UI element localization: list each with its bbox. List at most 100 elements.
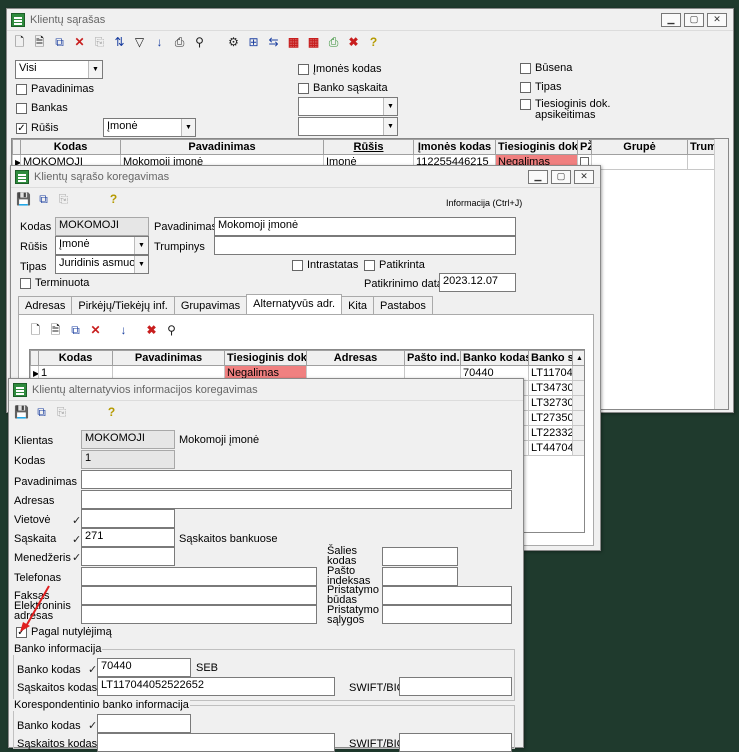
cell[interactable]: LT11704 — [528, 365, 573, 381]
rusis-combo[interactable]: Įmonė ▼ — [103, 118, 196, 137]
col-header[interactable]: Adresas — [306, 350, 405, 366]
tab-alternatyvus[interactable]: Alternatyvūs adr. — [246, 294, 343, 315]
tools-icon[interactable]: ✖ — [345, 34, 362, 51]
col-header[interactable]: PŽ — [577, 139, 592, 155]
cell[interactable]: LT34730 — [528, 380, 573, 396]
chevron-down-icon[interactable]: ▼ — [383, 118, 397, 135]
duplicate-icon[interactable]: ⎘ — [55, 191, 72, 208]
adresas-field[interactable] — [81, 490, 512, 509]
chk-intrastatas[interactable]: Intrastatas — [292, 259, 358, 271]
col-header[interactable]: Grupė — [591, 139, 688, 155]
search-icon[interactable]: ⚲ — [163, 322, 180, 339]
group-icon[interactable]: ⊞ — [245, 34, 262, 51]
checkbox[interactable] — [298, 82, 309, 94]
pavadinimas-field[interactable] — [81, 470, 512, 489]
cell[interactable]: LT27350 — [528, 410, 573, 426]
cell[interactable] — [591, 154, 688, 170]
copy-icon[interactable]: ⧉ — [67, 322, 84, 339]
help-icon[interactable]: ? — [365, 34, 382, 51]
scroll-track[interactable] — [572, 425, 584, 441]
el-pastas-field[interactable] — [81, 605, 317, 624]
col-header[interactable]: Banko są — [528, 350, 573, 366]
scroll-track[interactable] — [572, 440, 584, 456]
saskaitos-kodas-field[interactable]: LT117044052522652 — [97, 677, 335, 696]
k-banko-kodas-field[interactable] — [97, 714, 191, 733]
vietove-field[interactable] — [81, 509, 175, 528]
chevron-down-icon[interactable]: ▼ — [134, 237, 148, 254]
col-header[interactable]: Įmonės kodas — [413, 139, 496, 155]
chevron-down-icon[interactable]: ▼ — [88, 61, 102, 78]
info-link[interactable]: Informacija (Ctrl+J) — [446, 198, 522, 208]
maximize-button[interactable]: ▢ — [551, 169, 571, 184]
edit-icon[interactable]: 🗎 — [31, 34, 48, 51]
col-header[interactable]: Kodas — [38, 350, 113, 366]
salies-kodas-field[interactable] — [382, 547, 458, 566]
banko-kodas-field[interactable]: 70440 — [97, 658, 191, 677]
save-icon[interactable]: 💾 — [15, 191, 32, 208]
checkbox[interactable]: ✓ — [16, 122, 27, 134]
chevron-down-icon[interactable]: ▼ — [134, 256, 148, 273]
kodas-field[interactable]: MOKOMOJI — [55, 217, 149, 236]
pavadinimas-field[interactable]: Mokomoji įmonė — [214, 217, 516, 236]
checkbox[interactable] — [16, 83, 27, 95]
copy-icon[interactable]: ⧉ — [35, 191, 52, 208]
checkbox[interactable] — [364, 259, 375, 271]
tree-icon[interactable]: ⚙ — [225, 34, 242, 51]
pristatymo-salygos-field[interactable] — [382, 605, 512, 624]
scroll-track[interactable] — [572, 365, 584, 381]
col-header[interactable]: Banko kodas — [460, 350, 529, 366]
filter-combo[interactable]: Visi ▼ — [15, 60, 103, 79]
close-button[interactable]: ✕ — [707, 12, 727, 27]
save-icon[interactable]: 💾 — [13, 404, 30, 421]
col-header[interactable]: Tiesioginis dok.ap — [224, 350, 307, 366]
checkbox[interactable] — [292, 259, 303, 271]
sort-az-icon[interactable]: ↓ — [151, 34, 168, 51]
checkbox[interactable] — [520, 99, 531, 110]
scroll-track[interactable] — [572, 380, 584, 396]
telefonas-field[interactable] — [81, 567, 317, 586]
swift-field[interactable] — [399, 677, 512, 696]
cell[interactable]: LT32730 — [528, 395, 573, 411]
combo-2[interactable]: ▼ — [298, 117, 398, 136]
calendar2-icon[interactable]: ▦ — [305, 34, 322, 51]
duplicate-icon[interactable]: ⎘ — [53, 404, 70, 421]
col-header[interactable]: Kodas — [20, 139, 121, 155]
help-icon[interactable]: ? — [105, 191, 122, 208]
chk-pavadinimas[interactable]: Pavadinimas — [16, 83, 94, 95]
checkbox[interactable] — [16, 102, 27, 114]
scroll-track[interactable] — [572, 395, 584, 411]
col-header[interactable]: Rūšis — [323, 139, 414, 155]
tipas-combo[interactable]: Juridinis asmuo ▼ — [55, 255, 149, 274]
cell[interactable]: LT22332 — [528, 425, 573, 441]
sort-icon[interactable]: ⇅ — [111, 34, 128, 51]
printer-green-icon[interactable]: ⎙ — [325, 34, 342, 51]
kodas-field[interactable]: 1 — [81, 450, 175, 469]
pasto-indeksas-field[interactable] — [382, 567, 458, 586]
minimize-button[interactable]: ▁ — [528, 169, 548, 184]
scroll-track[interactable] — [572, 410, 584, 426]
chk-banko-saskaita[interactable]: Banko sąskaita — [298, 82, 388, 94]
col-header[interactable]: Pavadinimas — [120, 139, 324, 155]
new-icon[interactable]: 🗋 — [27, 322, 44, 339]
maximize-button[interactable]: ▢ — [684, 12, 704, 27]
rusis-combo[interactable]: Įmonė ▼ — [55, 236, 149, 255]
print-icon[interactable]: ⎙ — [171, 34, 188, 51]
chk-imones-kodas[interactable]: Įmonės kodas — [298, 63, 381, 75]
col-header[interactable]: Pavadinimas — [112, 350, 225, 366]
faksas-field[interactable] — [81, 586, 317, 605]
menedzeris-field[interactable] — [81, 547, 175, 566]
pristatymo-budas-field[interactable] — [382, 586, 512, 605]
copy-icon[interactable]: ⧉ — [33, 404, 50, 421]
cell[interactable]: LT44704 — [528, 440, 573, 456]
chk-tipas[interactable]: Tipas — [520, 81, 562, 93]
duplicate-icon[interactable]: ⎘ — [91, 34, 108, 51]
combo-1[interactable]: ▼ — [298, 97, 398, 116]
edit-icon[interactable]: 🗎 — [47, 322, 64, 339]
chk-rusis[interactable]: ✓ Rūšis — [16, 122, 59, 134]
scroll-up-icon[interactable]: ▲ — [572, 350, 584, 366]
new-icon[interactable]: 🗋 — [11, 34, 28, 51]
minimize-button[interactable]: ▁ — [661, 12, 681, 27]
chevron-down-icon[interactable]: ▼ — [181, 119, 195, 136]
tools-icon[interactable]: ✖ — [143, 322, 160, 339]
close-button[interactable]: ✕ — [574, 169, 594, 184]
